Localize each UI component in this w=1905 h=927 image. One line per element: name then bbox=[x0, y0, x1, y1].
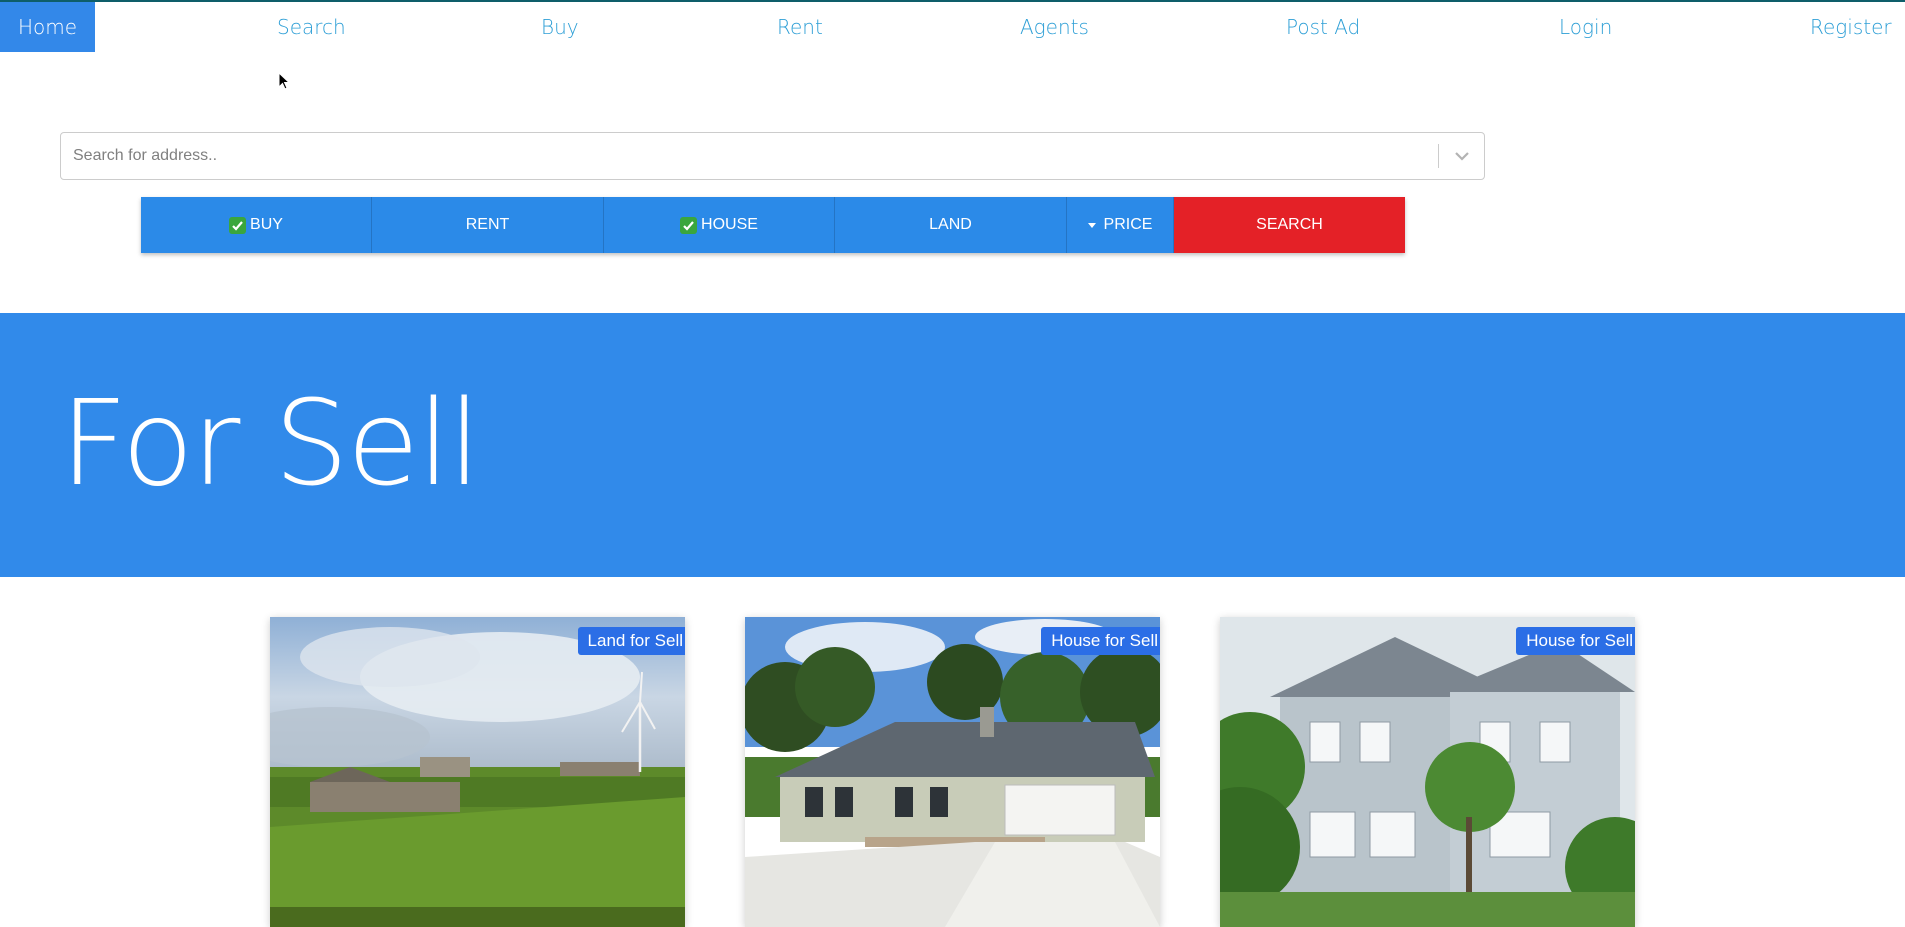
filter-buy-button[interactable]: BUY bbox=[141, 197, 372, 253]
check-icon bbox=[680, 216, 698, 234]
filter-house-label: HOUSE bbox=[701, 216, 758, 233]
address-search-select[interactable] bbox=[60, 132, 1485, 180]
nav-post-ad[interactable]: Post Ad bbox=[1286, 2, 1360, 52]
listing-card[interactable]: House for Sell bbox=[745, 617, 1160, 927]
nav-rent[interactable]: Rent bbox=[777, 2, 823, 52]
nav-search[interactable]: Search bbox=[277, 2, 346, 52]
caret-down-icon bbox=[1087, 222, 1096, 228]
nav-register[interactable]: Register bbox=[1810, 2, 1892, 52]
nav-buy[interactable]: Buy bbox=[541, 2, 579, 52]
listing-image bbox=[270, 617, 685, 927]
select-separator bbox=[1438, 144, 1439, 168]
filter-price-dropdown[interactable]: PRICE bbox=[1067, 197, 1174, 253]
filter-price-label: PRICE bbox=[1103, 216, 1153, 233]
nav-agents[interactable]: Agents bbox=[1020, 2, 1089, 52]
listing-card[interactable]: House for Sell bbox=[1220, 617, 1635, 927]
listing-type-badge: House for Sell bbox=[1516, 627, 1635, 655]
nav-home[interactable]: Home bbox=[0, 2, 95, 52]
listing-image bbox=[1220, 617, 1635, 927]
search-submit-button[interactable]: SEARCH bbox=[1174, 197, 1405, 253]
filter-rent-label: RENT bbox=[465, 216, 510, 233]
listing-image bbox=[745, 617, 1160, 927]
top-nav: Home Search Buy Rent Agents Post Ad Logi… bbox=[0, 2, 1905, 52]
listing-type-badge: Land for Sell bbox=[577, 627, 685, 655]
listing-card[interactable]: Land for Sell bbox=[270, 617, 685, 927]
nav-login[interactable]: Login bbox=[1559, 2, 1612, 52]
filter-house-button[interactable]: HOUSE bbox=[604, 197, 835, 253]
listing-type-badge: House for Sell bbox=[1041, 627, 1160, 655]
hero-title: For Sell bbox=[60, 374, 481, 512]
filter-buy-label: BUY bbox=[250, 216, 283, 233]
mouse-cursor-icon bbox=[278, 72, 291, 90]
hero-banner: For Sell bbox=[0, 313, 1905, 577]
search-submit-label: SEARCH bbox=[1256, 216, 1323, 233]
filter-rent-button[interactable]: RENT bbox=[372, 197, 604, 253]
chevron-down-icon[interactable] bbox=[1452, 146, 1472, 166]
filter-land-label: LAND bbox=[929, 216, 972, 233]
filter-bar: BUY RENT HOUSE LAND PRICE SEARCH bbox=[141, 197, 1405, 253]
filter-land-button[interactable]: LAND bbox=[835, 197, 1067, 253]
check-icon bbox=[229, 216, 247, 234]
address-search-input[interactable] bbox=[73, 133, 1433, 179]
